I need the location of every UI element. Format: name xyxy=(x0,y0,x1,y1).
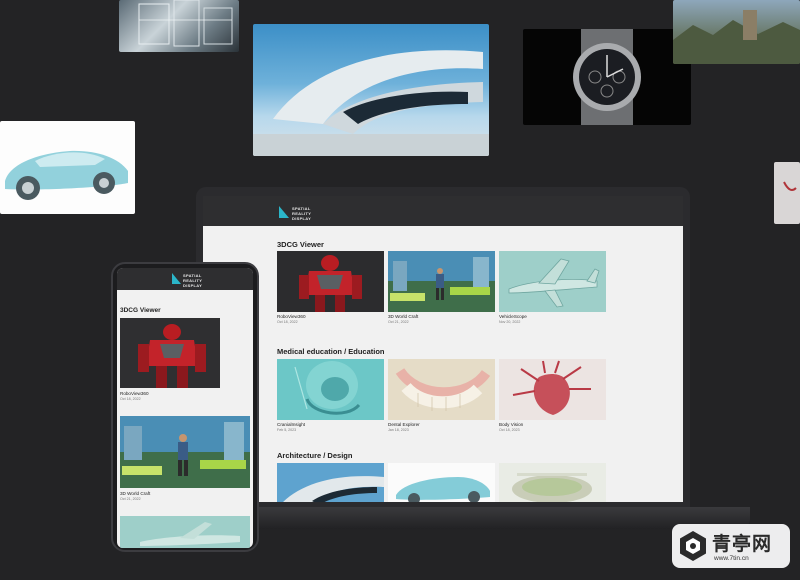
floating-glass-building-image xyxy=(119,0,239,52)
app-tile[interactable] xyxy=(499,251,606,312)
car-thumbnail xyxy=(388,463,495,502)
floating-landscape-image xyxy=(673,0,800,64)
logo-line: DISPLAY xyxy=(183,283,203,288)
heart-thumbnail xyxy=(499,359,606,420)
logo-line: DISPLAY xyxy=(292,216,312,221)
phone-screen: SPATIAL REALITY DISPLAY 3DCG Viewer Robo… xyxy=(117,268,253,548)
dental-thumbnail xyxy=(388,359,495,420)
abstract-graphic xyxy=(783,181,797,191)
app-name: CranialInsight xyxy=(277,422,306,427)
app-name: RoboView360 xyxy=(277,314,306,319)
logo-mark-icon xyxy=(279,206,289,218)
robot-thumbnail xyxy=(120,318,220,388)
watermark: 青亭网 www.7tin.cn xyxy=(672,524,790,568)
laptop-logo-text: SPATIAL REALITY DISPLAY xyxy=(292,206,311,221)
app-name: 3D World Craft xyxy=(388,314,419,319)
laptop-header-bar xyxy=(203,196,683,226)
world-craft-thumbnail xyxy=(120,416,250,488)
architecture-thumbnail xyxy=(277,463,384,502)
app-tile[interactable] xyxy=(388,359,495,420)
app-tile[interactable] xyxy=(120,416,250,488)
app-date: Oct 18, 2023 xyxy=(499,428,520,432)
architecture-graphic xyxy=(253,50,489,156)
airplane-thumbnail xyxy=(120,516,250,548)
laptop-screen: SPATIAL REALITY DISPLAY 3DCG Viewer Robo… xyxy=(203,196,683,502)
section-title: Medical education / Education xyxy=(277,347,385,356)
landscape-graphic xyxy=(673,10,800,64)
phone-logo-text: SPATIAL REALITY DISPLAY xyxy=(183,273,202,288)
app-name: Body Vision xyxy=(499,422,524,427)
app-tile[interactable] xyxy=(499,463,606,502)
app-tile[interactable] xyxy=(499,359,606,420)
app-date: Oct 21, 2022 xyxy=(120,497,141,501)
floating-watch-image xyxy=(523,29,691,125)
floating-architecture-image xyxy=(253,24,489,156)
app-date: Oct 21, 2022 xyxy=(388,320,409,324)
section-title: Architecture / Design xyxy=(277,451,353,460)
app-tile[interactable] xyxy=(120,516,250,548)
robot-thumbnail xyxy=(277,251,384,312)
app-name: VehicleScope xyxy=(499,314,527,319)
app-name: RoboView360 xyxy=(120,391,149,396)
app-date: Jan 18, 2023 xyxy=(388,428,409,432)
app-tile[interactable] xyxy=(277,463,384,502)
app-tile[interactable] xyxy=(388,251,495,312)
watch-graphic xyxy=(573,29,641,125)
stadium-thumbnail xyxy=(499,463,606,502)
world-craft-thumbnail xyxy=(388,251,495,312)
car-graphic xyxy=(5,150,128,200)
section-title: 3DCG Viewer xyxy=(277,240,324,249)
app-tile[interactable] xyxy=(120,318,220,388)
app-date: Oct 18, 2022 xyxy=(120,397,141,401)
app-tile[interactable] xyxy=(277,251,384,312)
app-tile[interactable] xyxy=(277,359,384,420)
app-date: Oct 18, 2022 xyxy=(277,320,298,324)
glass-building-graphic xyxy=(138,0,233,47)
section-title: 3DCG Viewer xyxy=(120,307,161,314)
app-name: 3D World Craft xyxy=(120,491,151,496)
floating-car-image xyxy=(0,121,135,214)
app-tile[interactable] xyxy=(388,463,495,502)
floating-abstract-image xyxy=(774,162,800,224)
watermark-url: www.7tin.cn xyxy=(714,555,749,562)
app-date: Nov 20, 2022 xyxy=(499,320,521,324)
logo-mark-icon xyxy=(172,273,181,284)
cranial-thumbnail xyxy=(277,359,384,420)
watermark-title: 青亭网 xyxy=(712,534,773,555)
app-name: Dental Explorer xyxy=(388,422,420,427)
app-date: Feb 5, 2023 xyxy=(277,428,297,432)
hexagon-logo-icon xyxy=(680,531,706,561)
airplane-thumbnail xyxy=(499,251,606,312)
